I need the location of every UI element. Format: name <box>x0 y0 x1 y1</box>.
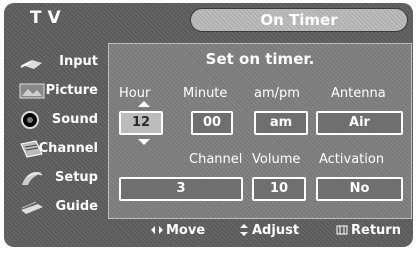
move-hint: Move <box>166 223 206 238</box>
volume-label: Volume <box>252 152 301 167</box>
guide-icon <box>21 201 43 214</box>
tv-label: T V <box>30 8 61 28</box>
return-hint: Return <box>351 223 401 238</box>
sidebar-item-input[interactable]: Input <box>12 47 106 77</box>
minute-field[interactable]: 00 <box>191 111 233 135</box>
activation-label: Activation <box>319 152 385 167</box>
screen-frame: T V On Timer Input Picture Sound Channel… <box>0 0 418 253</box>
input-icon <box>20 60 42 69</box>
adjust-hint: Adjust <box>252 223 300 238</box>
sidebar-item-label: Picture <box>45 83 98 98</box>
return-menu-icon <box>336 225 348 235</box>
channel-field[interactable]: 3 <box>119 177 243 201</box>
menu-title: On Timer <box>190 8 408 32</box>
minute-label: Minute <box>183 86 228 101</box>
top-bar: T V On Timer <box>12 7 408 33</box>
antenna-field[interactable]: Air <box>316 111 403 135</box>
sidebar-item-label: Sound <box>51 112 98 127</box>
arrow-up-icon[interactable] <box>137 100 151 108</box>
ampm-label: am/pm <box>254 86 300 101</box>
activation-field[interactable]: No <box>316 177 403 201</box>
channel-label: Channel <box>189 152 243 167</box>
on-timer-panel: Set on timer. Hour Minute am/pm Antenna … <box>108 43 412 219</box>
adjust-arrows-icon <box>240 224 248 236</box>
arrow-down-icon[interactable] <box>137 138 151 146</box>
picture-icon <box>19 83 45 99</box>
sidebar-item-picture[interactable]: Picture <box>12 76 106 106</box>
hour-label: Hour <box>119 86 151 101</box>
sidebar-item-channel[interactable]: Channel <box>12 134 106 164</box>
ampm-field[interactable]: am <box>254 111 308 135</box>
setup-icon <box>22 171 43 185</box>
tv-osd: T V On Timer Input Picture Sound Channel… <box>4 3 413 247</box>
sound-icon <box>21 111 39 129</box>
sidebar-item-guide[interactable]: Guide <box>12 192 106 222</box>
hour-field[interactable]: 12 <box>119 111 163 135</box>
panel-subtitle: Set on timer. <box>205 50 315 68</box>
volume-field[interactable]: 10 <box>252 177 306 201</box>
antenna-label: Antenna <box>331 86 386 101</box>
sidebar-item-label: Channel <box>38 141 98 156</box>
sidebar-item-setup[interactable]: Setup <box>12 163 106 193</box>
sidebar-item-sound[interactable]: Sound <box>12 105 106 135</box>
sidebar-item-label: Setup <box>55 170 98 185</box>
sidebar-item-label: Input <box>59 54 98 69</box>
move-arrows-icon <box>151 226 163 234</box>
sidebar-item-label: Guide <box>55 199 98 214</box>
bottom-hint-bar: Move Adjust Return <box>12 219 408 241</box>
